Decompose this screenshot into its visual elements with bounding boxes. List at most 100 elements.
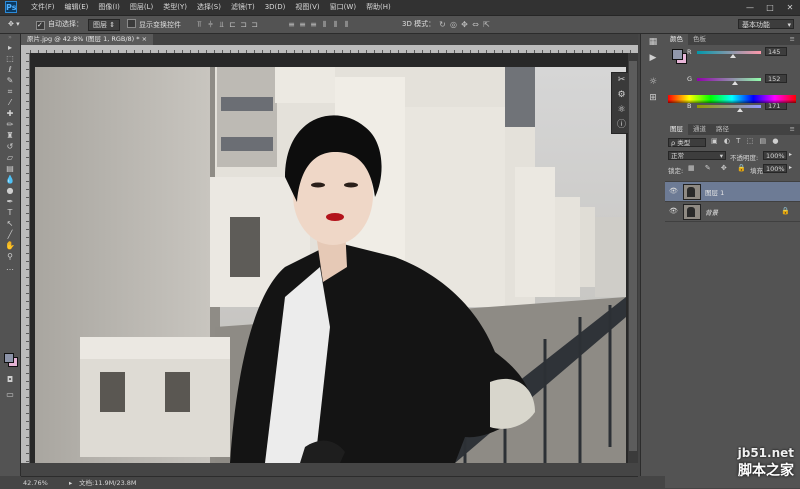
document-close-icon[interactable]: × (142, 35, 147, 43)
distribute-vcenter-icon[interactable]: ≡ (297, 19, 308, 30)
quick-select-tool-icon[interactable]: ✎ (0, 75, 20, 86)
more-tools-icon[interactable]: … (0, 262, 20, 273)
zoom-tool-icon[interactable]: ⚲ (0, 251, 20, 262)
scrollbar-thumb[interactable] (629, 61, 637, 451)
screen-mode-icon[interactable]: ▭ (0, 389, 20, 400)
fill-field[interactable]: 100% (763, 164, 787, 173)
lasso-tool-icon[interactable]: ℓ (0, 64, 20, 75)
menu-3d[interactable]: 3D(D) (260, 0, 291, 15)
brush-tool-icon[interactable]: ✏ (0, 119, 20, 130)
distribute-top-icon[interactable]: ≡ (286, 19, 297, 30)
g-value[interactable]: 152 (765, 74, 787, 83)
fill-dropdown-icon[interactable]: ▸ (789, 164, 792, 171)
status-menu-icon[interactable]: ▸ (69, 478, 72, 488)
adjustments-icon[interactable]: ☼ (641, 74, 665, 90)
g-thumb[interactable] (732, 81, 739, 85)
menu-layer[interactable]: 图层(L) (125, 0, 158, 15)
tab-paths[interactable]: 路径 (711, 124, 734, 135)
rotate-3d-icon[interactable]: ↻ (437, 19, 448, 30)
menu-image[interactable]: 图像(I) (93, 0, 125, 15)
layer-name[interactable]: 图层 1 (705, 187, 724, 197)
actions-icon[interactable]: ▶ (641, 50, 665, 66)
visibility-eye-icon[interactable]: 👁 (669, 187, 678, 195)
document-image[interactable] (35, 67, 626, 463)
drag-3d-icon[interactable]: ✥ (459, 19, 470, 30)
menu-view[interactable]: 视图(V) (290, 0, 324, 15)
align-right-icon[interactable]: ⊐ (249, 19, 260, 30)
menu-type[interactable]: 类型(Y) (158, 0, 192, 15)
b-thumb[interactable] (736, 108, 743, 112)
history-icon[interactable]: ▦ (641, 34, 665, 50)
layer-row-background[interactable]: 👁 背景 🔒 (665, 202, 800, 222)
move-tool-preset-icon[interactable]: ✥ ▾ (8, 19, 20, 30)
scale-3d-icon[interactable]: ⇱ (481, 19, 492, 30)
menu-filter[interactable]: 滤镜(T) (226, 0, 260, 15)
blur-tool-icon[interactable]: 💧 (0, 174, 20, 185)
align-bottom-icon[interactable]: ⫫ (216, 19, 227, 30)
clone-stamp-icon[interactable]: ♜ (0, 130, 20, 141)
r-track[interactable] (697, 51, 761, 54)
eyedropper-tool-icon[interactable]: ⁄ (0, 97, 20, 108)
marquee-tool-icon[interactable]: ⬚ (0, 53, 20, 64)
minimize-button[interactable]: — (740, 0, 760, 15)
type-tool-icon[interactable]: T (0, 207, 20, 218)
dodge-tool-icon[interactable]: ● (0, 185, 20, 196)
zoom-level[interactable]: 42.76% (23, 478, 48, 488)
vertical-scrollbar[interactable] (628, 53, 638, 463)
menu-edit[interactable]: 编辑(E) (60, 0, 94, 15)
layer-name[interactable]: 背景 (705, 207, 718, 217)
layers-menu-icon[interactable]: ≡ (785, 124, 800, 135)
menu-window[interactable]: 窗口(W) (325, 0, 361, 15)
move-tool-icon[interactable]: ▸ (0, 42, 20, 53)
g-track[interactable] (697, 78, 761, 81)
styles-icon[interactable]: ⊞ (641, 90, 665, 106)
quick-mask-icon[interactable]: ◘ (0, 374, 20, 385)
b-track[interactable] (697, 105, 761, 108)
layer-filter-icons[interactable]: ▣ ◐ T ⬚ ▤ ● (711, 137, 780, 145)
auto-select-dropdown[interactable]: 图层 ⇕ (88, 19, 121, 31)
foreground-color-swatch[interactable] (4, 353, 14, 363)
slide-3d-icon[interactable]: ⇔ (470, 19, 481, 30)
crop-tool-icon[interactable]: ⌗ (0, 86, 20, 97)
eraser-tool-icon[interactable]: ▱ (0, 152, 20, 163)
menu-file[interactable]: 文件(F) (26, 0, 60, 15)
toolbar-collapse-icon[interactable]: » (0, 34, 20, 42)
gradient-tool-icon[interactable]: ▤ (0, 163, 20, 174)
menu-select[interactable]: 选择(S) (192, 0, 226, 15)
lock-icons[interactable]: ▦ ✎ ✥ 🔒 (688, 164, 750, 172)
auto-select-checkbox[interactable]: 自动选择： (36, 19, 83, 30)
align-vcenter-icon[interactable]: ⫩ (205, 19, 216, 30)
menu-help[interactable]: 帮助(H) (361, 0, 396, 15)
layer-row-layer-1[interactable]: 👁 图层 1 (665, 182, 800, 202)
hand-tool-icon[interactable]: ✋ (0, 240, 20, 251)
distribute-hcenter-icon[interactable]: ⦀ (330, 19, 341, 30)
shape-tool-icon[interactable]: ╱ (0, 229, 20, 240)
blend-mode-dropdown[interactable]: 正常 ▾ (668, 151, 726, 160)
visibility-eye-icon[interactable]: 👁 (669, 207, 678, 215)
r-value[interactable]: 145 (765, 47, 787, 56)
path-select-icon[interactable]: ↖ (0, 218, 20, 229)
roll-3d-icon[interactable]: ◎ (448, 19, 459, 30)
opacity-field[interactable]: 100% (763, 151, 787, 160)
r-thumb[interactable] (730, 54, 737, 58)
distribute-left-icon[interactable]: ⦀ (319, 19, 330, 30)
healing-brush-icon[interactable]: ✚ (0, 108, 20, 119)
distribute-bottom-icon[interactable]: ≡ (308, 19, 319, 30)
align-top-icon[interactable]: ⫪ (194, 19, 205, 30)
history-brush-icon[interactable]: ↺ (0, 141, 20, 152)
pen-tool-icon[interactable]: ✒ (0, 196, 20, 207)
align-hcenter-icon[interactable]: ⊐ (238, 19, 249, 30)
tab-swatches[interactable]: 色板 (688, 34, 711, 45)
tab-color[interactable]: 颜色 (665, 34, 688, 45)
tab-layers[interactable]: 图层 (665, 124, 688, 135)
layer-filter-dropdown[interactable]: ρ 类型 (668, 138, 706, 147)
show-transform-checkbox[interactable]: 显示变换控件 (127, 19, 181, 30)
align-left-icon[interactable]: ⊏ (227, 19, 238, 30)
fg-color-swatch[interactable] (672, 49, 683, 60)
distribute-right-icon[interactable]: ⦀ (341, 19, 352, 30)
workspace-dropdown[interactable]: 基本功能 ▾ (738, 19, 794, 29)
tab-channels[interactable]: 通道 (688, 124, 711, 135)
opacity-dropdown-icon[interactable]: ▸ (789, 151, 792, 158)
maximize-button[interactable]: □ (760, 0, 780, 15)
canvas-area[interactable]: ✂ ⚙ ⚛ ⓘ (30, 53, 632, 463)
